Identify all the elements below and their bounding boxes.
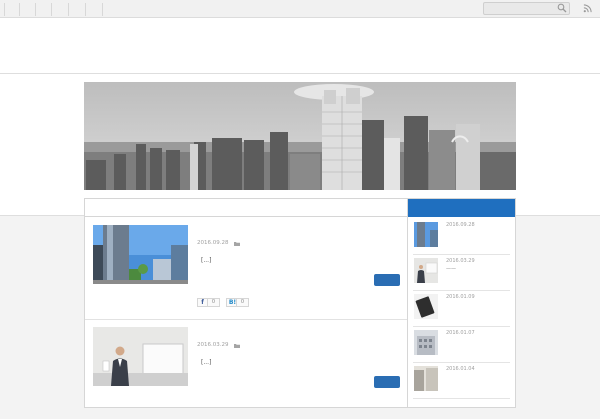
search-icon[interactable] (557, 3, 567, 13)
folder-icon (234, 242, 240, 246)
site-header (0, 18, 600, 74)
post-date: 2016.09.28 (197, 240, 229, 246)
post-thumbnail[interactable] (93, 225, 188, 284)
sidebar-post-item[interactable]: 2016.01.09 (413, 291, 510, 327)
sidebar-post-date: 2016.09.28 (446, 222, 475, 228)
rss-icon[interactable] (583, 4, 592, 13)
read-more-button[interactable] (374, 274, 400, 286)
sidebar-header (408, 199, 515, 217)
sidebar-thumbnail[interactable] (414, 222, 438, 247)
recent-posts-sidebar: 2016.09.28 2016.03.29 —— 2016.01.09 2016… (408, 198, 516, 408)
read-more-button[interactable] (374, 376, 400, 388)
device-image (414, 294, 438, 319)
sidebar-post-title: —— (446, 266, 456, 272)
top-bar (0, 0, 600, 18)
nav-separator (51, 3, 52, 16)
sidebar-post-date: 2016.01.09 (446, 294, 475, 300)
sidebar-thumbnail[interactable] (414, 330, 438, 355)
nav-separator (102, 3, 103, 16)
nav-separator (4, 3, 5, 16)
post-excerpt: [...] (201, 257, 212, 264)
post-item[interactable]: 2016.09.28 [...] f 0 B! 0 (85, 218, 407, 318)
presentation-image (93, 327, 188, 386)
post-list: 2016.09.28 [...] f 0 B! 0 2016.03.29 [..… (84, 198, 408, 408)
folder-icon (234, 344, 240, 348)
sidebar-post-date: 2016.01.07 (446, 330, 475, 336)
post-item[interactable]: 2016.03.29 [...] (85, 319, 407, 419)
hatena-bookmark-button[interactable]: B! 0 (226, 298, 249, 307)
nav-separator (85, 3, 86, 16)
sidebar-post-item[interactable]: 2016.01.07 (413, 327, 510, 363)
sidebar-post-item[interactable]: 2016.01.04 (413, 363, 510, 399)
share-count: 0 (236, 299, 248, 306)
office-building-image (414, 222, 438, 247)
post-list-header (85, 199, 407, 217)
sidebar-post-date: 2016.03.29 (446, 258, 475, 264)
sidebar-post-item[interactable]: 2016.09.28 (413, 219, 510, 255)
nav-separator (19, 3, 20, 16)
nav-separator (35, 3, 36, 16)
nav-separator (68, 3, 69, 16)
post-thumbnail[interactable] (93, 327, 188, 386)
facebook-share-button[interactable]: f 0 (197, 298, 220, 307)
share-count: 0 (207, 299, 219, 306)
building-image (414, 366, 438, 391)
sidebar-post-date: 2016.01.04 (446, 366, 475, 372)
city-skyline-image (84, 82, 516, 190)
presentation-image (414, 258, 438, 283)
hero-image (84, 82, 516, 190)
post-date: 2016.03.29 (197, 342, 229, 348)
facebook-icon: f (201, 299, 204, 306)
office-building-image (93, 225, 188, 284)
building-image (414, 330, 438, 355)
post-excerpt: [...] (201, 359, 212, 366)
sidebar-thumbnail[interactable] (414, 258, 438, 283)
sidebar-thumbnail[interactable] (414, 294, 438, 319)
sidebar-thumbnail[interactable] (414, 366, 438, 391)
sidebar-post-item[interactable]: 2016.03.29 —— (413, 255, 510, 291)
